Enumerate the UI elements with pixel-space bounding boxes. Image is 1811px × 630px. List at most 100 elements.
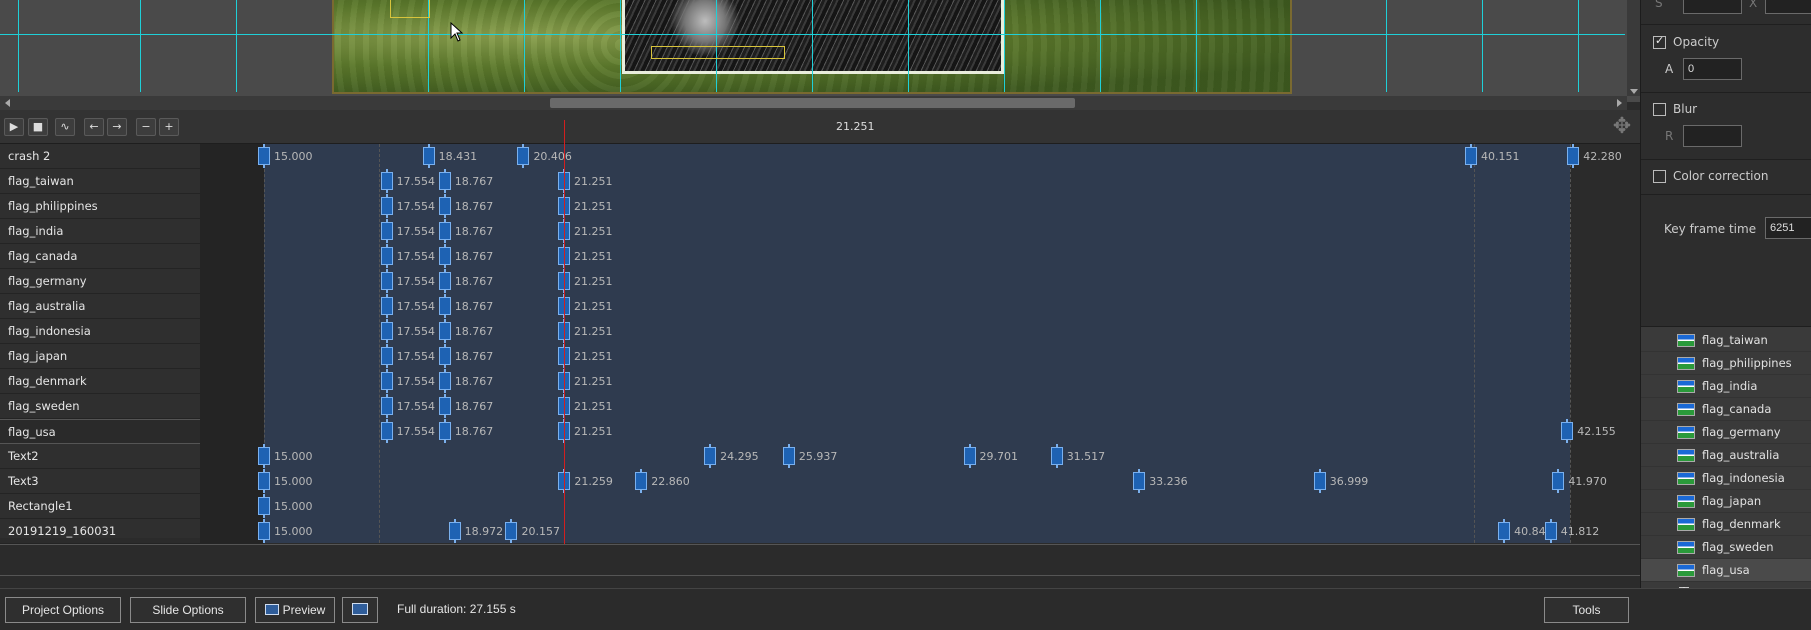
keyframe-marker[interactable] <box>438 319 451 343</box>
keyframe-marker[interactable] <box>380 169 393 193</box>
play-button[interactable]: ▶ <box>4 118 24 136</box>
tools-button[interactable]: Tools <box>1544 597 1629 623</box>
color-correction-checkbox[interactable] <box>1653 170 1666 183</box>
project-options-button[interactable]: Project Options <box>5 597 121 623</box>
track-name[interactable]: flag_india <box>0 219 200 244</box>
keyframe-marker[interactable] <box>1567 144 1580 168</box>
keyframe-marker[interactable] <box>438 169 451 193</box>
track-name[interactable]: flag_canada <box>0 244 200 269</box>
keyframe-marker[interactable] <box>635 469 648 493</box>
track-name[interactable]: flag_japan <box>0 344 200 369</box>
s-field[interactable] <box>1683 0 1742 14</box>
blur-checkbox[interactable] <box>1653 103 1666 116</box>
keyframe-marker[interactable] <box>1313 469 1326 493</box>
object-list-item[interactable]: flag_japan <box>1641 490 1811 513</box>
scroll-left-arrow-icon[interactable] <box>5 99 10 107</box>
blur-r-input[interactable] <box>1683 125 1742 147</box>
scroll-right-arrow-icon[interactable] <box>1617 99 1622 107</box>
monitor-button[interactable] <box>342 597 378 623</box>
keyframe-marker[interactable] <box>517 144 530 168</box>
keyframe-marker[interactable] <box>704 444 717 468</box>
keyframe-marker[interactable] <box>438 344 451 368</box>
move-arrows-icon[interactable]: ✥ <box>1610 116 1634 140</box>
track-name[interactable]: flag_usa <box>0 419 200 444</box>
key-frame-time-input[interactable] <box>1765 217 1811 239</box>
object-list-item[interactable]: flag_sweden <box>1641 536 1811 559</box>
next-keyframe-button[interactable]: → <box>107 118 127 136</box>
track-name[interactable]: flag_germany <box>0 269 200 294</box>
scroll-down-arrow-icon[interactable] <box>1630 89 1638 94</box>
preview-vertical-scrollbar[interactable] <box>1627 0 1640 96</box>
track-name[interactable]: Rectangle1 <box>0 494 200 519</box>
keyframe-marker[interactable] <box>438 269 451 293</box>
object-list-item[interactable]: flag_usa <box>1641 559 1811 582</box>
track-name[interactable]: flag_denmark <box>0 369 200 394</box>
keyframe-marker[interactable] <box>438 394 451 418</box>
keyframe-marker[interactable] <box>258 519 270 543</box>
opacity-a-input[interactable] <box>1683 58 1742 80</box>
keyframe-marker[interactable] <box>438 244 451 268</box>
keyframe-marker[interactable] <box>380 319 393 343</box>
object-list[interactable]: flag_taiwan flag_philippines flag_india fla… <box>1641 326 1811 590</box>
track-name[interactable]: flag_philippines <box>0 194 200 219</box>
track-name[interactable]: Text3 <box>0 469 200 494</box>
keyframe-marker[interactable] <box>1133 469 1146 493</box>
keyframe-marker[interactable] <box>380 269 393 293</box>
keyframe-marker[interactable] <box>438 194 451 218</box>
selected-photo-object[interactable] <box>622 0 1004 74</box>
keyframe-marker[interactable] <box>963 444 976 468</box>
keyframe-marker[interactable] <box>505 519 518 543</box>
keyframe-marker[interactable] <box>258 494 270 518</box>
keyframe-marker[interactable] <box>438 219 451 243</box>
keyframe-marker[interactable] <box>1050 444 1063 468</box>
track-name[interactable]: flag_indonesia <box>0 319 200 344</box>
preview-horizontal-scrollbar[interactable] <box>0 96 1627 110</box>
object-list-item[interactable]: flag_indonesia <box>1641 467 1811 490</box>
keyframe-marker[interactable] <box>380 194 393 218</box>
keyframe-marker[interactable] <box>380 344 393 368</box>
x-field[interactable] <box>1765 0 1811 14</box>
keyframe-marker[interactable] <box>258 444 270 468</box>
keyframe-marker[interactable] <box>380 394 393 418</box>
keyframe-marker[interactable] <box>438 419 451 443</box>
stop-button[interactable]: ■ <box>28 118 48 136</box>
object-list-item[interactable]: flag_australia <box>1641 444 1811 467</box>
keyframe-marker[interactable] <box>1561 419 1574 443</box>
keyframe-marker[interactable] <box>438 294 451 318</box>
track-name[interactable]: flag_australia <box>0 294 200 319</box>
keyframe-marker[interactable] <box>782 444 795 468</box>
keyframe-marker[interactable] <box>448 519 461 543</box>
object-list-item[interactable]: flag_india <box>1641 375 1811 398</box>
zoom-out-button[interactable]: − <box>136 118 156 136</box>
track-name[interactable]: 20191219_160031 <box>0 519 200 544</box>
zoom-in-button[interactable]: + <box>159 118 179 136</box>
keyframe-marker[interactable] <box>380 419 393 443</box>
keyframe-marker[interactable] <box>380 219 393 243</box>
keyframe-marker[interactable] <box>1552 469 1565 493</box>
keyframe-marker[interactable] <box>1544 519 1557 543</box>
opacity-checkbox[interactable] <box>1653 34 1666 49</box>
slide-options-button[interactable]: Slide Options <box>130 597 246 623</box>
slide-preview-canvas[interactable] <box>0 0 1640 102</box>
object-list-item[interactable]: flag_canada <box>1641 398 1811 421</box>
keyframe-marker[interactable] <box>1465 144 1478 168</box>
playhead[interactable] <box>564 120 565 588</box>
keyframe-marker[interactable] <box>380 369 393 393</box>
preview-button[interactable]: Preview <box>255 597 335 623</box>
keyframe-marker[interactable] <box>438 369 451 393</box>
keyframe-marker[interactable] <box>258 469 270 493</box>
track-name[interactable]: flag_taiwan <box>0 169 200 194</box>
keyframe-marker[interactable] <box>380 244 393 268</box>
keyframe-marker[interactable] <box>380 294 393 318</box>
selection-frame[interactable] <box>390 0 430 18</box>
keyframe-marker[interactable] <box>1498 519 1511 543</box>
waveform-button[interactable]: ∿ <box>55 118 75 136</box>
track-name[interactable]: crash 2 <box>0 144 200 169</box>
prev-keyframe-button[interactable]: ← <box>84 118 104 136</box>
track-name[interactable]: Text2 <box>0 444 200 469</box>
track-name[interactable]: flag_sweden <box>0 394 200 419</box>
scrollbar-thumb[interactable] <box>550 98 1075 108</box>
selection-frame[interactable] <box>651 46 785 59</box>
time-ruler[interactable]: 21.251 ✥ <box>264 110 1640 144</box>
keyframe-marker[interactable] <box>258 144 270 168</box>
